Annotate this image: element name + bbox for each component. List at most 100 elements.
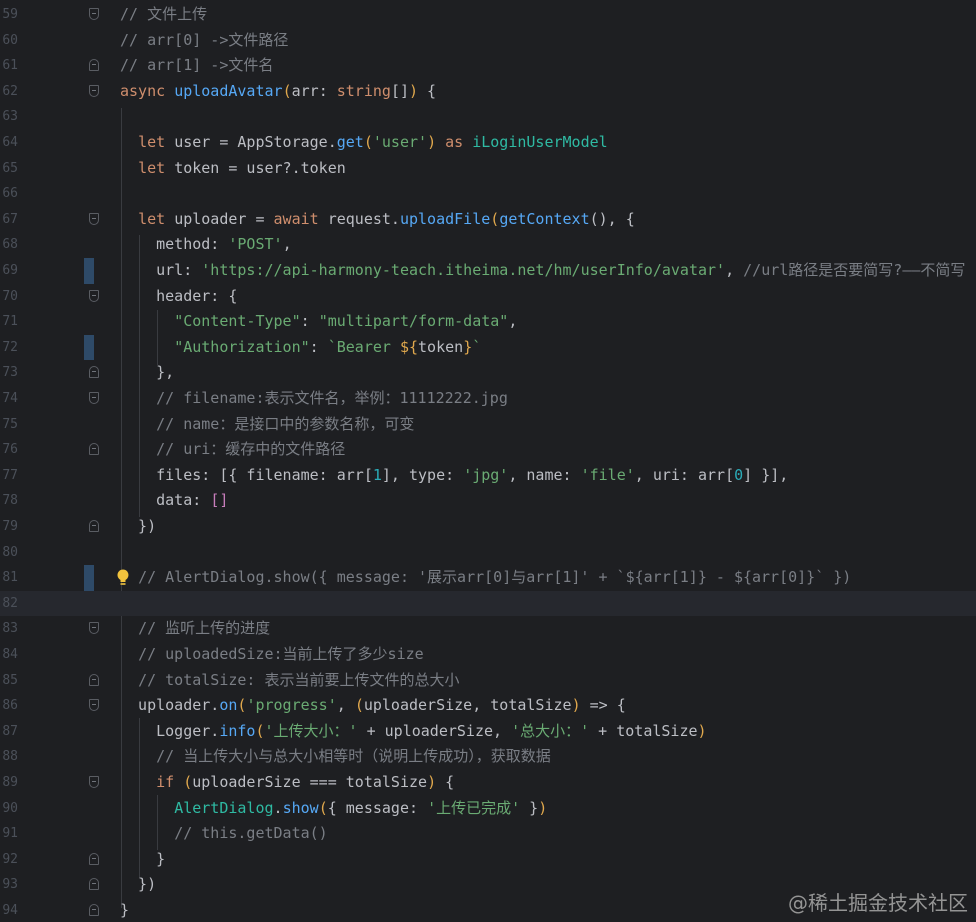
code-line[interactable]: 59 // 文件上传	[0, 2, 976, 28]
fold-end-icon[interactable]	[89, 366, 99, 379]
code-line[interactable]: 84 // uploadedSize:当前上传了多少size	[0, 642, 976, 668]
line-number[interactable]: 66	[0, 181, 18, 207]
code-line[interactable]: 83 // 监听上传的进度	[0, 616, 976, 642]
line-number[interactable]: 71	[0, 309, 18, 335]
change-marker[interactable]	[84, 565, 94, 591]
code-text[interactable]: // arr[1] ->文件名	[120, 53, 273, 79]
code-line[interactable]: 66	[0, 181, 976, 207]
code-line[interactable]: 80	[0, 540, 976, 566]
code-line[interactable]: 65 let token = user?.token	[0, 156, 976, 182]
code-line[interactable]: 76 // uri：缓存中的文件路径	[0, 437, 976, 463]
line-number[interactable]: 93	[0, 872, 18, 898]
code-text[interactable]: }	[120, 847, 165, 873]
code-line[interactable]: 77 files: [{ filename: arr[1], type: 'jp…	[0, 463, 976, 489]
code-line[interactable]: 74 // filename:表示文件名，举例：11112222.jpg	[0, 386, 976, 412]
code-text[interactable]: uploader.on('progress', (uploaderSize, t…	[120, 693, 626, 719]
line-number[interactable]: 60	[0, 28, 18, 54]
code-line[interactable]: 78 data: []	[0, 488, 976, 514]
code-line[interactable]: 62 async uploadAvatar(arr: string[]) {	[0, 79, 976, 105]
line-number[interactable]: 73	[0, 360, 18, 386]
line-number[interactable]: 88	[0, 744, 18, 770]
code-line[interactable]: 88 // 当上传大小与总大小相等时（说明上传成功），获取数据	[0, 744, 976, 770]
line-number[interactable]: 77	[0, 463, 18, 489]
code-line[interactable]: 64 let user = AppStorage.get('user') as …	[0, 130, 976, 156]
code-text[interactable]: // name：是接口中的参数名称，可变	[120, 412, 414, 438]
line-number[interactable]: 64	[0, 130, 18, 156]
code-line[interactable]: 94}	[0, 898, 976, 922]
code-line[interactable]: 70 header: {	[0, 284, 976, 310]
code-line[interactable]: 75 // name：是接口中的参数名称，可变	[0, 412, 976, 438]
line-number[interactable]: 90	[0, 796, 18, 822]
code-line[interactable]: 73 },	[0, 360, 976, 386]
change-marker[interactable]	[84, 258, 94, 284]
line-number[interactable]: 78	[0, 488, 18, 514]
code-line[interactable]: 71 "Content-Type": "multipart/form-data"…	[0, 309, 976, 335]
code-text[interactable]: let uploader = await request.uploadFile(…	[120, 207, 635, 233]
code-text[interactable]: async uploadAvatar(arr: string[]) {	[120, 79, 436, 105]
code-text[interactable]: data: []	[120, 488, 228, 514]
code-line[interactable]: 69 url: 'https://api-harmony-teach.ithei…	[0, 258, 976, 284]
code-text[interactable]: // 当上传大小与总大小相等时（说明上传成功），获取数据	[120, 744, 551, 770]
fold-end-icon[interactable]	[89, 59, 99, 72]
code-line[interactable]: 91 // this.getData()	[0, 821, 976, 847]
code-line[interactable]: 68 method: 'POST',	[0, 232, 976, 258]
fold-start-icon[interactable]	[89, 84, 99, 97]
code-text[interactable]: // 监听上传的进度	[120, 616, 270, 642]
code-text[interactable]: },	[120, 360, 174, 386]
code-text[interactable]: let token = user?.token	[120, 156, 346, 182]
code-editor[interactable]: @稀土掘金技术社区 59// 文件上传 60// arr[0] ->文件路径 61/…	[0, 0, 976, 922]
code-line[interactable]: 85 // totalSize: 表示当前要上传文件的总大小	[0, 668, 976, 694]
line-number[interactable]: 84	[0, 642, 18, 668]
fold-end-icon[interactable]	[89, 852, 99, 865]
fold-start-icon[interactable]	[89, 289, 99, 302]
fold-end-icon[interactable]	[89, 673, 99, 686]
change-marker[interactable]	[84, 334, 94, 361]
line-number[interactable]: 82	[0, 591, 18, 617]
fold-end-icon[interactable]	[89, 904, 99, 916]
line-number[interactable]: 86	[0, 693, 18, 719]
fold-start-icon[interactable]	[89, 776, 99, 788]
line-number[interactable]: 63	[0, 104, 18, 130]
code-line[interactable]: 81 // AlertDialog.show({ message: '展示arr…	[0, 565, 976, 591]
line-number[interactable]: 59	[0, 2, 18, 28]
code-line[interactable]: 60 // arr[0] ->文件路径	[0, 28, 976, 54]
line-number[interactable]: 87	[0, 719, 18, 745]
line-number[interactable]: 62	[0, 79, 18, 105]
code-line[interactable]: 79 })	[0, 514, 976, 540]
line-number[interactable]: 69	[0, 258, 18, 284]
fold-start-icon[interactable]	[89, 8, 99, 20]
line-number[interactable]: 68	[0, 232, 18, 258]
code-line[interactable]: 61 // arr[1] ->文件名	[0, 53, 976, 79]
line-number[interactable]: 70	[0, 284, 18, 310]
line-number[interactable]: 65	[0, 156, 18, 182]
code-text[interactable]: // uploadedSize:当前上传了多少size	[120, 642, 424, 668]
fold-start-icon[interactable]	[89, 699, 99, 712]
fold-end-icon[interactable]	[89, 520, 99, 532]
fold-start-icon[interactable]	[89, 622, 99, 635]
fold-start-icon[interactable]	[89, 212, 99, 225]
code-line[interactable]: 93 })	[0, 872, 976, 898]
code-text[interactable]: AlertDialog.show({ message: '上传已完成' })	[120, 796, 547, 822]
line-number[interactable]: 76	[0, 437, 18, 463]
line-number[interactable]: 67	[0, 207, 18, 233]
code-line[interactable]: 86 uploader.on('progress', (uploaderSize…	[0, 693, 976, 719]
line-number[interactable]: 72	[0, 335, 18, 361]
code-text[interactable]: url: 'https://api-harmony-teach.itheima.…	[120, 258, 965, 284]
line-number[interactable]: 61	[0, 53, 18, 79]
code-line[interactable]: 82	[0, 590, 976, 617]
fold-end-icon[interactable]	[89, 443, 99, 456]
code-text[interactable]: "Content-Type": "multipart/form-data",	[120, 309, 517, 335]
code-line[interactable]: 87 Logger.info('上传大小：' + uploaderSize, '…	[0, 719, 976, 745]
code-line[interactable]: 90 AlertDialog.show({ message: '上传已完成' }…	[0, 796, 976, 822]
code-text[interactable]: if (uploaderSize === totalSize) {	[120, 770, 454, 796]
code-text[interactable]: // AlertDialog.show({ message: '展示arr[0]…	[120, 565, 851, 591]
code-text[interactable]: files: [{ filename: arr[1], type: 'jpg',…	[120, 463, 788, 489]
code-text[interactable]: // this.getData()	[120, 821, 328, 847]
code-text[interactable]: method: 'POST',	[120, 232, 291, 258]
line-number[interactable]: 81	[0, 565, 18, 591]
code-line[interactable]: 67 let uploader = await request.uploadFi…	[0, 207, 976, 233]
line-number[interactable]: 74	[0, 386, 18, 412]
code-text[interactable]: let user = AppStorage.get('user') as iLo…	[120, 130, 608, 156]
code-text[interactable]: "Authorization": `Bearer ${token}`	[120, 335, 481, 361]
code-line[interactable]: 92 }	[0, 847, 976, 873]
